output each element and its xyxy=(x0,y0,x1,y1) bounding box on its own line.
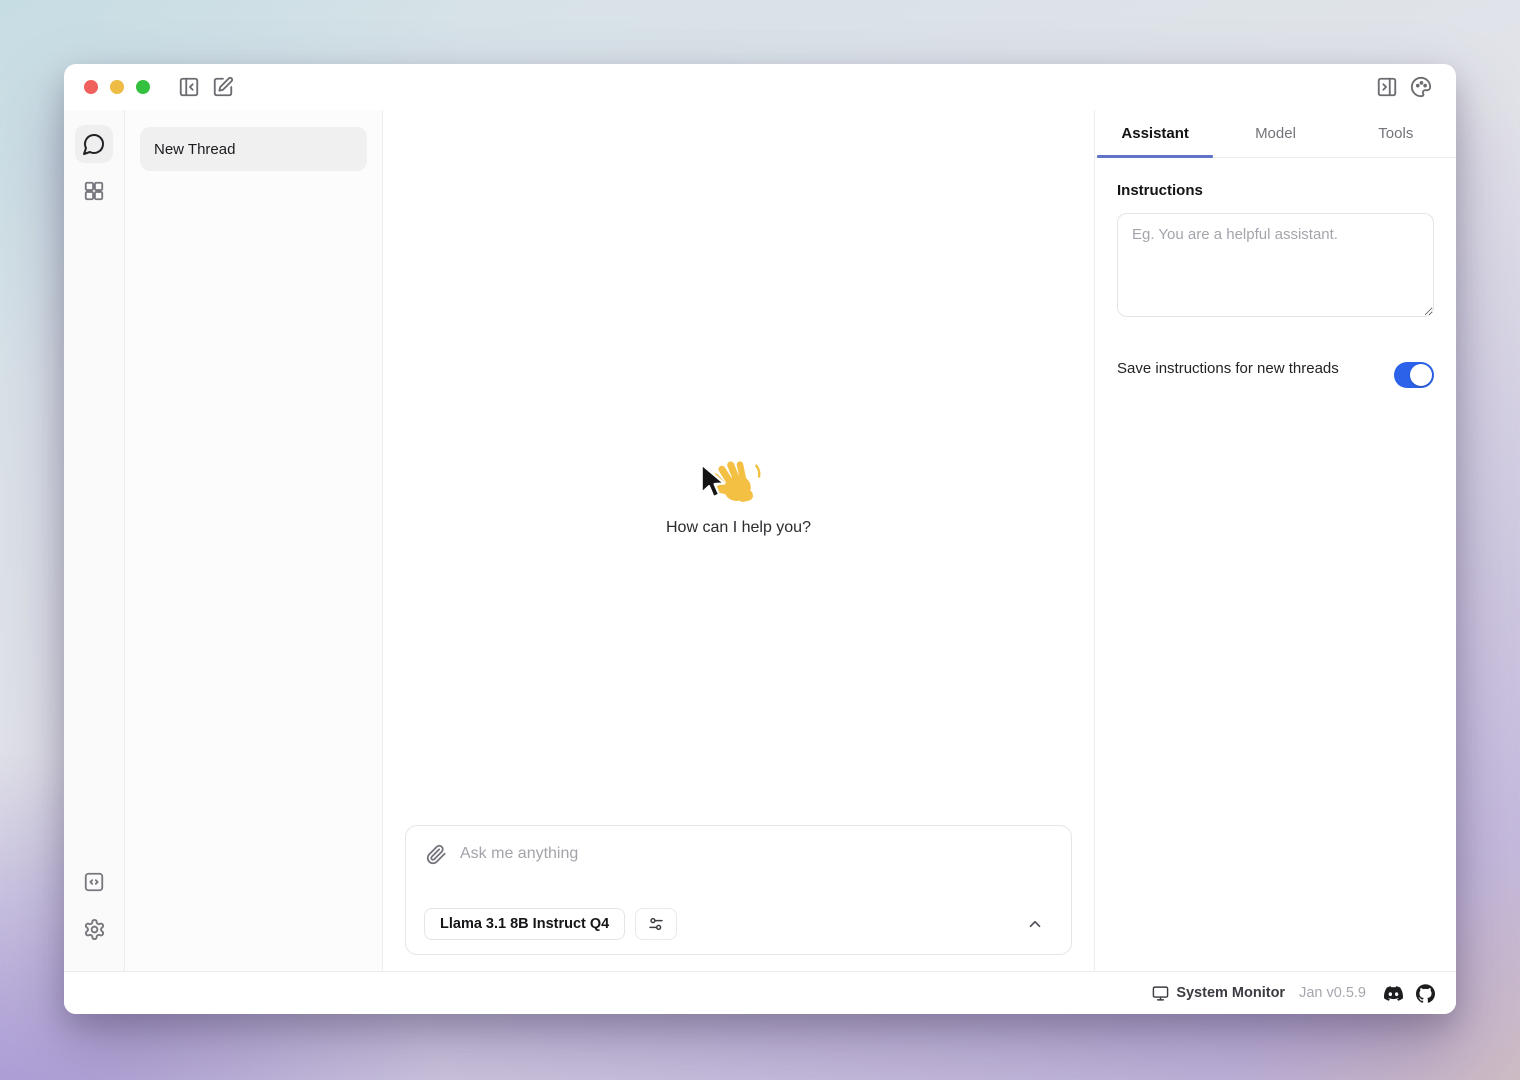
discord-link-button[interactable] xyxy=(1382,982,1404,1004)
composer: Llama 3.1 8B Instruct Q4 xyxy=(405,825,1072,955)
titlebar xyxy=(64,64,1456,110)
github-link-button[interactable] xyxy=(1414,982,1436,1004)
instructions-textarea[interactable] xyxy=(1117,213,1434,317)
panel-right-close-icon xyxy=(1376,76,1398,98)
statusbar: System Monitor Jan v0.5.9 xyxy=(64,971,1456,1014)
close-window-button[interactable] xyxy=(84,80,98,94)
chat-main-area: How can I help you? Llama 3.1 8B Instruc… xyxy=(383,110,1095,971)
toggle-knob xyxy=(1410,364,1432,386)
discord-icon xyxy=(1384,984,1403,1003)
code-square-icon xyxy=(83,871,105,893)
thread-list-item[interactable]: New Thread xyxy=(140,127,367,171)
system-monitor-button[interactable]: System Monitor xyxy=(1152,985,1285,1002)
tab-tools[interactable]: Tools xyxy=(1336,110,1456,157)
left-icon-rail xyxy=(64,110,125,971)
save-instructions-toggle[interactable] xyxy=(1394,362,1434,388)
save-instructions-row: Save instructions for new threads xyxy=(1117,356,1434,388)
system-monitor-label: System Monitor xyxy=(1176,985,1285,1001)
traffic-lights xyxy=(84,80,150,94)
square-pen-icon xyxy=(212,76,234,98)
message-input[interactable] xyxy=(460,845,1053,863)
nav-hub-button[interactable] xyxy=(75,172,113,210)
toggle-left-panel-button[interactable] xyxy=(174,72,204,102)
panel-left-close-icon xyxy=(178,76,200,98)
model-settings-button[interactable] xyxy=(635,908,677,940)
greeting-text: How can I help you? xyxy=(666,519,811,537)
paperclip-icon xyxy=(426,844,447,865)
content-area: New Thread xyxy=(64,110,1456,971)
save-instructions-label: Save instructions for new threads xyxy=(1117,356,1353,382)
chat-bubble-icon xyxy=(82,132,106,156)
chevron-up-icon xyxy=(1026,915,1044,933)
gear-icon xyxy=(83,918,106,941)
right-panel: Assistant Model Tools Instructions Save … xyxy=(1095,110,1456,971)
settings-button[interactable] xyxy=(75,910,113,948)
nav-threads-button[interactable] xyxy=(75,125,113,163)
app-window: New Thread xyxy=(64,64,1456,1014)
model-selector-button[interactable]: Llama 3.1 8B Instruct Q4 xyxy=(424,908,625,940)
thread-list: New Thread xyxy=(125,110,383,971)
thread-title: New Thread xyxy=(154,141,235,158)
tab-model[interactable]: Model xyxy=(1215,110,1335,157)
new-thread-button[interactable] xyxy=(208,72,238,102)
local-api-server-button[interactable] xyxy=(75,863,113,901)
attach-file-button[interactable] xyxy=(424,842,448,866)
monitor-icon xyxy=(1152,985,1169,1002)
minimize-window-button[interactable] xyxy=(110,80,124,94)
apps-grid-icon xyxy=(83,180,105,202)
right-panel-tabs: Assistant Model Tools xyxy=(1095,110,1456,158)
sliders-icon xyxy=(647,915,665,933)
empty-state: How can I help you? xyxy=(383,455,1094,537)
app-version: Jan v0.5.9 xyxy=(1299,985,1366,1001)
zoom-window-button[interactable] xyxy=(136,80,150,94)
instructions-heading: Instructions xyxy=(1117,182,1434,199)
appearance-palette-button[interactable] xyxy=(1406,72,1436,102)
mouse-cursor xyxy=(697,462,729,500)
github-icon xyxy=(1416,984,1435,1003)
collapse-composer-button[interactable] xyxy=(1021,910,1049,938)
toggle-right-panel-button[interactable] xyxy=(1372,72,1402,102)
palette-icon xyxy=(1410,76,1432,98)
tab-assistant[interactable]: Assistant xyxy=(1095,110,1215,157)
